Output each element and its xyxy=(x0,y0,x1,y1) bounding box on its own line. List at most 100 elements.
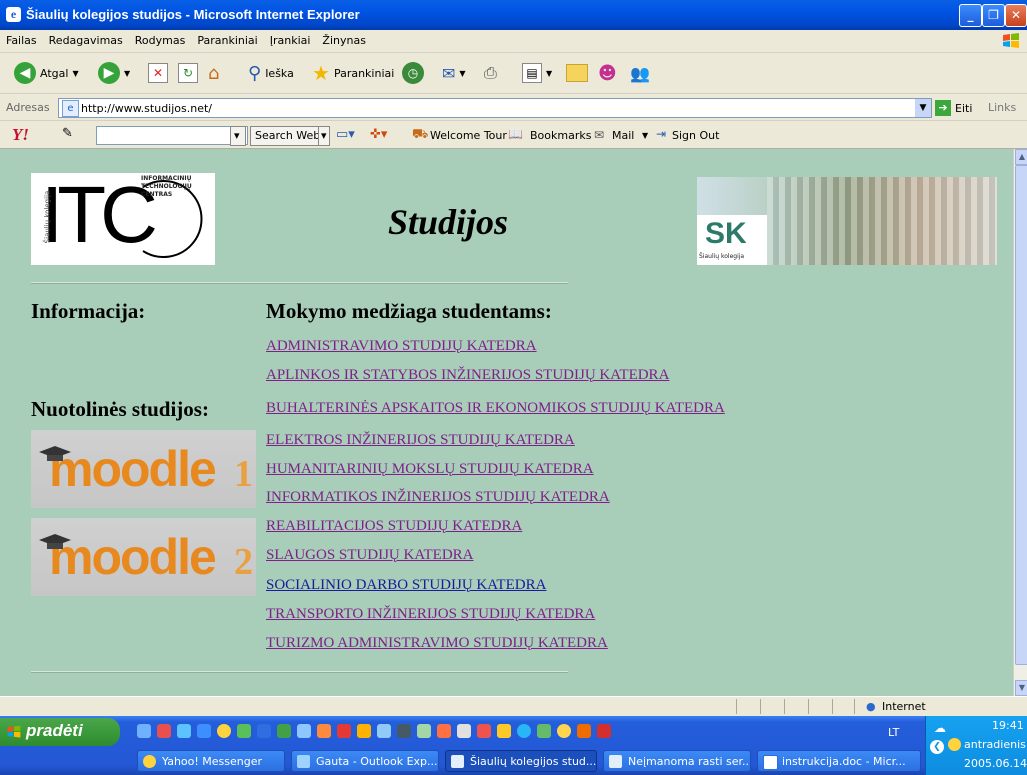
mail-dropdown-icon[interactable]: ▼ xyxy=(642,131,648,140)
address-bar: Adresas e http://www.studijos.net/ ▼ ➔ E… xyxy=(0,96,1027,121)
tool-quick-icon[interactable] xyxy=(357,724,371,738)
mail-link[interactable]: Mail xyxy=(612,129,634,142)
calc-quick-icon[interactable] xyxy=(457,724,471,738)
welcome-tour-link[interactable]: Welcome Tour xyxy=(430,129,507,142)
run-quick-icon[interactable] xyxy=(437,724,451,738)
bookmarks-link[interactable]: Bookmarks xyxy=(530,129,591,142)
moodle2-link[interactable]: moodle 2 xyxy=(31,518,256,596)
task-outlook[interactable]: Gauta - Outlook Exp... xyxy=(291,750,439,772)
dept-link-humanitariniu[interactable]: HUMANITARINIŲ MOKSLŲ STUDIJŲ KATEDRA xyxy=(266,461,594,478)
moodle2-word: moodle xyxy=(49,529,217,585)
dept-link-informatikos[interactable]: INFORMATIKOS INŽINERIJOS STUDIJŲ KATEDRA xyxy=(266,489,610,506)
task-yahoo-messenger[interactable]: Yahoo! Messenger xyxy=(137,750,285,772)
home-button[interactable]: ⌂ xyxy=(208,61,219,85)
task-ie-error[interactable]: Neįmanoma rasti ser... xyxy=(603,750,751,772)
yahoo-toolbar: Y! ✎ ▾ Search Web ▾ ▭▾ ✜▾ ⛟ Welcome Tour… xyxy=(0,122,1027,149)
pen-menu-icon[interactable]: ✜▾ xyxy=(370,127,387,142)
menu-favorites[interactable]: Parankiniai xyxy=(191,30,263,47)
messenger-quick-icon[interactable] xyxy=(217,724,231,738)
edit-button[interactable]: ▤ ▼ xyxy=(522,61,552,85)
links-label[interactable]: Links xyxy=(988,101,1016,114)
dept-link-aplinkos[interactable]: APLINKOS IR STATYBOS INŽINERIJOS STUDIJŲ… xyxy=(266,367,669,384)
forward-button[interactable]: ▶ ▼ xyxy=(98,61,130,85)
sign-out-link[interactable]: Sign Out xyxy=(672,129,719,142)
menu-help[interactable]: Žinynas xyxy=(316,30,372,47)
stop-button[interactable]: ✕ xyxy=(148,61,168,85)
dept-link-elektros[interactable]: ELEKTROS INŽINERIJOS STUDIJŲ KATEDRA xyxy=(266,432,575,449)
task-word[interactable]: instrukcija.doc - Micr... xyxy=(757,750,921,772)
language-indicator[interactable]: LT xyxy=(888,726,899,739)
dept-link-buhalterines[interactable]: BUHALTERINĖS APSKAITOS IR EKONOMIKOS STU… xyxy=(266,400,725,417)
search-icon: ⚲ xyxy=(248,62,262,84)
word-quick-icon[interactable] xyxy=(257,724,271,738)
chart-quick-icon[interactable] xyxy=(417,724,431,738)
scroll-thumb[interactable] xyxy=(1015,165,1027,665)
window-quick-icon[interactable] xyxy=(377,724,391,738)
messenger-button[interactable]: ☻ xyxy=(598,61,617,85)
ppt-quick-icon[interactable] xyxy=(477,724,491,738)
outlook-quick-icon[interactable] xyxy=(177,724,191,738)
player-quick-icon[interactable] xyxy=(337,724,351,738)
sheet-quick-icon[interactable] xyxy=(277,724,291,738)
start-button[interactable]: pradėti xyxy=(0,718,120,746)
title-bar[interactable]: e Šiaulių kolegijos studijos - Microsoft… xyxy=(0,0,1027,30)
yahoo-logo[interactable]: Y! xyxy=(12,125,29,145)
task-ie-active[interactable]: Šiaulių kolegijos stud... xyxy=(445,750,597,772)
mail-quick-icon[interactable] xyxy=(397,724,411,738)
ie-page-icon xyxy=(451,755,464,768)
yahoo-pen-icon[interactable]: ✎ xyxy=(62,126,73,141)
close-button[interactable]: ✕ xyxy=(1005,4,1027,27)
search-web-dropdown[interactable]: ▾ xyxy=(318,126,330,146)
highlight-icon[interactable]: ▭▾ xyxy=(336,127,355,142)
search-web-button[interactable]: Search Web xyxy=(250,126,326,146)
game-quick-icon[interactable] xyxy=(577,724,591,738)
mail-button[interactable]: ✉ ▼ xyxy=(442,61,466,85)
address-input[interactable]: e http://www.studijos.net/ ▼ xyxy=(58,98,932,118)
doc-quick-icon[interactable] xyxy=(297,724,311,738)
disc-quick-icon[interactable] xyxy=(517,724,531,738)
app-quick-icon[interactable] xyxy=(157,724,171,738)
address-dropdown-icon[interactable]: ▼ xyxy=(915,99,931,117)
yahoo-messenger-icon xyxy=(143,755,156,768)
menu-view[interactable]: Rodymas xyxy=(129,30,192,47)
scroll-up-icon[interactable]: ▲ xyxy=(1015,149,1027,165)
browser-quick-icon[interactable] xyxy=(197,724,211,738)
favorites-button[interactable]: ★ Parankiniai xyxy=(312,61,394,85)
search-button[interactable]: ⚲ Ieška xyxy=(248,61,294,85)
tray-expand-icon[interactable]: ❮ xyxy=(930,740,944,754)
clock-time[interactable]: 19:41 xyxy=(992,719,1024,732)
moodle1-link[interactable]: moodle 1 xyxy=(31,430,256,508)
dept-link-slaugos[interactable]: SLAUGOS STUDIJŲ KATEDRA xyxy=(266,547,474,564)
smiley-quick-icon[interactable] xyxy=(557,724,571,738)
msn-button[interactable]: 👥 xyxy=(630,61,650,85)
dept-link-turizmo[interactable]: TURIZMO ADMINISTRAVIMO STUDIJŲ KATEDRA xyxy=(266,635,608,652)
dept-link-administravimo[interactable]: ADMINISTRAVIMO STUDIJŲ KATEDRA xyxy=(266,338,537,355)
back-button[interactable]: ◀ Atgal ▼ xyxy=(14,61,79,85)
dept-link-socialinio[interactable]: SOCIALINIO DARBO STUDIJŲ KATEDRA xyxy=(266,577,546,594)
scroll-down-icon[interactable]: ▼ xyxy=(1015,680,1027,696)
bars-quick-icon[interactable] xyxy=(597,724,611,738)
yahoo-search-input[interactable] xyxy=(96,126,248,145)
dept-link-transporto[interactable]: TRANSPORTO INŽINERIJOS STUDIJŲ KATEDRA xyxy=(266,606,595,623)
flash-quick-icon[interactable] xyxy=(497,724,511,738)
dept-link-reabilitacijos[interactable]: REABILITACIJOS STUDIJŲ KATEDRA xyxy=(266,518,522,535)
excel-quick-icon[interactable] xyxy=(237,724,251,738)
vertical-scrollbar[interactable]: ▲ ▼ xyxy=(1013,149,1027,696)
maximize-button[interactable]: ❐ xyxy=(982,4,1005,27)
ie-quick-icon[interactable] xyxy=(137,724,151,738)
network-tray-icon[interactable]: ☁ xyxy=(934,721,946,735)
yahoo-search-dropdown[interactable]: ▾ xyxy=(230,126,246,146)
minimize-button[interactable]: _ xyxy=(959,4,982,27)
net-quick-icon[interactable] xyxy=(537,724,551,738)
menu-edit[interactable]: Redagavimas xyxy=(43,30,129,47)
refresh-button[interactable]: ↻ xyxy=(178,61,198,85)
menu-file[interactable]: Failas xyxy=(0,30,43,47)
messenger-tray-icon[interactable] xyxy=(948,738,961,751)
discuss-button[interactable] xyxy=(566,61,588,85)
history-button[interactable]: ◷ xyxy=(402,61,424,85)
go-button[interactable]: ➔ Eiti xyxy=(935,99,972,117)
paint-quick-icon[interactable] xyxy=(317,724,331,738)
folder-icon xyxy=(566,64,588,82)
print-button[interactable]: ⎙ xyxy=(484,61,497,85)
menu-tools[interactable]: Įrankiai xyxy=(264,30,317,47)
